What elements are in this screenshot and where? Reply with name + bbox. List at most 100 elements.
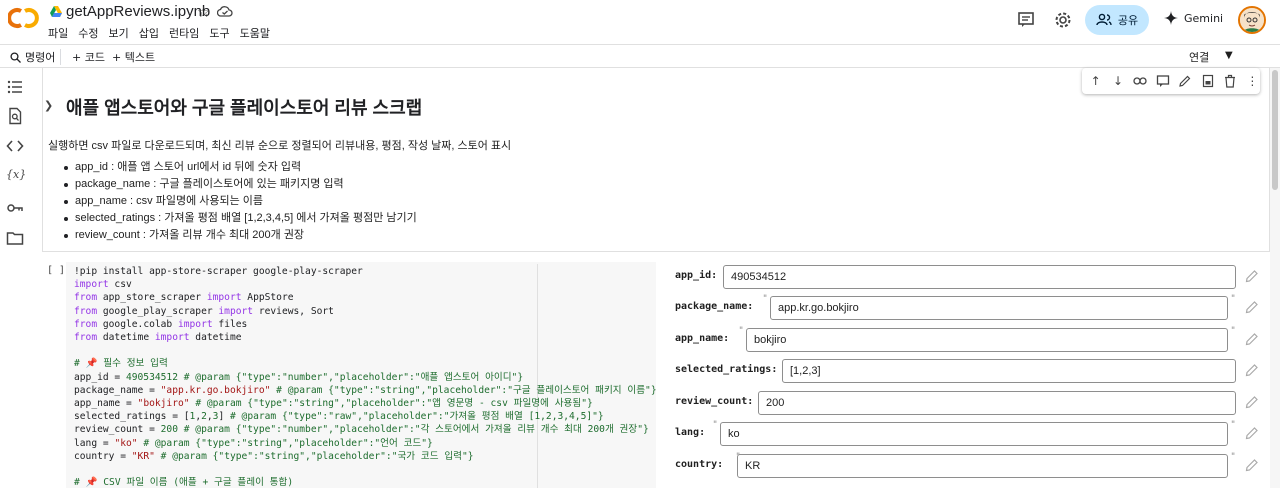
add-code-button[interactable]: + 코드 [72, 49, 105, 65]
edit-field-icon[interactable] [1245, 458, 1259, 472]
share-label: 공유 [1117, 14, 1139, 27]
list-item: app_id : 애플 앱 스토어 url에서 id 뒤에 숫자 입력 [62, 159, 417, 176]
menu-edit[interactable]: 수정 [78, 25, 98, 41]
code-line: ​ [74, 344, 657, 357]
folder-icon[interactable] [6, 229, 24, 247]
toolbar-divider [60, 49, 61, 65]
list-item: package_name : 구글 플레이스토어에 있는 패키지명 입력 [62, 176, 417, 193]
code-line: lang = "ko" # @param {"type":"string","p… [74, 437, 433, 449]
gemini-label: Gemini [1184, 11, 1224, 25]
code-line: selected_ratings = [1,2,3] # @param {"ty… [74, 411, 604, 423]
code-line: ​ [74, 463, 657, 476]
package-name-input[interactable]: app.kr.go.bokjiro [770, 296, 1228, 320]
move-up-icon[interactable]: ↑ [1088, 73, 1103, 89]
review-count-input[interactable]: 200 [758, 391, 1236, 415]
avatar[interactable] [1238, 6, 1266, 34]
connect-button[interactable]: 연결 [1189, 49, 1209, 65]
gemini-button[interactable]: Gemini [1164, 11, 1223, 25]
star-icon[interactable]: ☆ [197, 3, 210, 21]
link-icon[interactable] [1133, 73, 1148, 89]
menu-help[interactable]: 도움말 [240, 25, 270, 41]
app-name-label: app_name: [675, 333, 730, 344]
add-text-button[interactable]: + 텍스트 [112, 49, 155, 65]
top-header: getAppReviews.ipynb ☆ 파일 수정 보기 삽입 런타임 도구… [0, 0, 1280, 44]
variables-icon[interactable]: {x} [6, 168, 26, 186]
left-sidebar: {x} [0, 68, 30, 488]
edit-icon[interactable] [1178, 73, 1193, 89]
selected-ratings-label: selected_ratings: [675, 364, 778, 375]
collapse-section-icon[interactable]: ❯ [44, 99, 53, 112]
code-text[interactable]: !pip install app-store-scraper google-pl… [74, 265, 657, 488]
commands-button[interactable]: 명령어 [10, 49, 55, 65]
search-icon [10, 51, 21, 63]
code-line: app_id = 490534512 # @param {"type":"num… [74, 371, 524, 383]
more-options-icon[interactable]: ⋮ [1245, 73, 1260, 89]
quote-close: " [1231, 452, 1236, 462]
people-icon [1096, 13, 1112, 26]
scrollbar-thumb[interactable] [1272, 70, 1278, 190]
list-item: selected_ratings : 가져올 평점 배열 [1,2,3,4,5]… [62, 210, 417, 227]
comment-cell-icon[interactable] [1155, 73, 1170, 89]
code-line: review_count = 200 # @param {"type":"num… [74, 424, 649, 436]
selected-ratings-input[interactable]: [1,2,3] [782, 359, 1236, 383]
move-down-icon[interactable]: ↓ [1110, 73, 1125, 89]
code-snippets-icon[interactable] [6, 137, 24, 155]
code-line: import csv [74, 279, 132, 291]
edit-field-icon[interactable] [1245, 332, 1259, 346]
code-line: from google_play_scraper import reviews,… [74, 305, 334, 317]
app-id-label: app_id: [675, 270, 718, 281]
quote-close: " [1231, 420, 1236, 430]
add-text-label: + 텍스트 [112, 51, 156, 64]
cloud-saved-icon[interactable] [217, 4, 233, 18]
quote-close: " [1231, 294, 1236, 304]
quote-open: " [739, 326, 744, 336]
drive-icon [50, 6, 62, 17]
notebook-title[interactable]: getAppReviews.ipynb [66, 3, 210, 20]
edit-field-icon[interactable] [1245, 269, 1259, 283]
edit-field-icon[interactable] [1245, 363, 1259, 377]
gear-icon[interactable] [1053, 10, 1073, 30]
share-button[interactable]: 공유 [1085, 5, 1149, 35]
code-line: country = "KR" # @param {"type":"string"… [74, 450, 474, 462]
code-line: from google.colab import files [74, 318, 248, 330]
colab-logo[interactable] [7, 6, 40, 30]
comment-icon[interactable] [1016, 10, 1036, 30]
commands-label: 명령어 [25, 51, 56, 64]
app-id-input[interactable]: 490534512 [723, 265, 1236, 289]
country-input[interactable]: KR [737, 454, 1228, 478]
quote-open: " [713, 420, 718, 430]
menu-file[interactable]: 파일 [48, 25, 68, 41]
quote-close: " [1231, 326, 1236, 336]
edit-field-icon[interactable] [1245, 395, 1259, 409]
quote-open: " [763, 294, 768, 304]
menu-insert[interactable]: 삽입 [139, 25, 159, 41]
table-of-contents-icon[interactable] [6, 78, 24, 96]
edit-field-icon[interactable] [1245, 300, 1259, 314]
find-icon[interactable] [6, 107, 24, 125]
lang-input[interactable]: ko [720, 422, 1228, 446]
connect-dropdown-icon[interactable]: ▼ [1225, 50, 1233, 61]
notebook-toolbar: 명령어 + 코드 + 텍스트 연결 ▼ [0, 44, 1280, 68]
menu-bar: 파일 수정 보기 삽입 런타임 도구 도움말 [48, 25, 280, 41]
lang-label: lang: [675, 427, 706, 438]
key-icon[interactable] [6, 199, 24, 217]
code-line: !pip install app-store-scraper google-pl… [74, 266, 363, 277]
run-cell-button[interactable]: [ ] [47, 265, 65, 276]
list-item: review_count : 가져올 리뷰 개수 최대 200개 권장 [62, 227, 417, 244]
menu-runtime[interactable]: 런타임 [169, 25, 199, 41]
mirror-cell-icon[interactable] [1200, 73, 1215, 89]
code-line: package_name = "app.kr.go.bokjiro" # @pa… [74, 384, 657, 396]
intro-text: 실행하면 csv 파일로 다운로드되며, 최신 리뷰 순으로 정렬되어 리뷰내용… [48, 140, 512, 152]
add-code-label: + 코드 [72, 51, 105, 64]
gemini-sparkle-icon [1164, 11, 1178, 25]
code-line: from datetime import datetime [74, 332, 242, 344]
section-heading: 애플 앱스토어와 구글 플레이스토어 리뷰 스크랩 [66, 98, 423, 118]
menu-tools[interactable]: 도구 [209, 25, 229, 41]
country-label: country: [675, 459, 724, 470]
menu-view[interactable]: 보기 [109, 25, 129, 41]
cell-toolbar: ↑ ↓ ⋮ [1082, 68, 1260, 94]
review-count-label: review_count: [675, 396, 754, 407]
app-name-input[interactable]: bokjiro [746, 328, 1228, 352]
delete-icon[interactable] [1222, 73, 1237, 89]
edit-field-icon[interactable] [1245, 426, 1259, 440]
